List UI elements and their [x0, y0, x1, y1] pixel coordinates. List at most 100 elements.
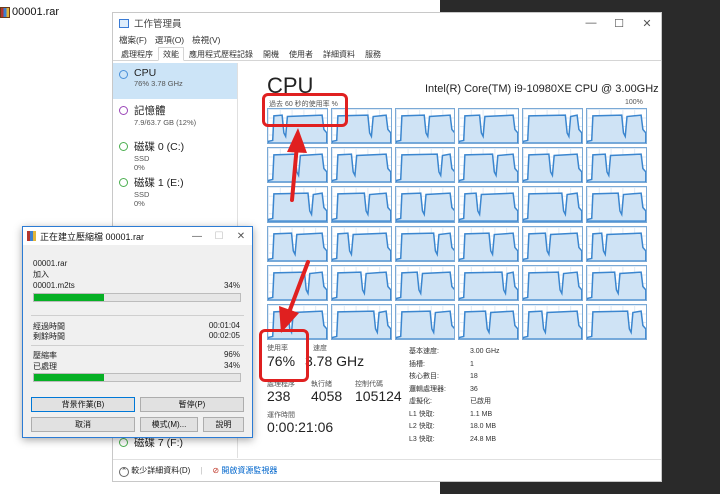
- sidebar-item-detail: 7.9/63.7 GB (12%): [134, 118, 197, 127]
- logical-processor-graph: [586, 303, 647, 340]
- spec-key: 邏輯處理器:: [409, 385, 446, 393]
- tab-app-history[interactable]: 應用程式歷程記錄: [184, 47, 258, 60]
- pause-button[interactable]: 暫停(P): [140, 397, 244, 412]
- sidebar-item-disk-0[interactable]: 磁碟 0 (C:) SSD 0%: [113, 135, 237, 172]
- divider: [31, 315, 244, 316]
- spec-row: L2 快取: 18.0 MB: [409, 422, 522, 433]
- spec-key: 插槽:: [409, 360, 425, 368]
- logical-processor-graph: [458, 303, 520, 340]
- resource-monitor-label: 開啟資源監視器: [221, 466, 278, 475]
- processed-value: 34%: [223, 361, 240, 370]
- sidebar-item-label: 記憶體: [134, 105, 166, 117]
- processes-value: 238: [267, 388, 291, 404]
- spec-value: 36: [469, 385, 478, 393]
- arrow-up-icon: [287, 128, 307, 202]
- logical-processor-graph: [522, 147, 584, 184]
- sidebar-item-label: CPU: [134, 67, 157, 79]
- tab-services[interactable]: 服務: [360, 47, 386, 60]
- help-button[interactable]: 說明: [203, 417, 244, 432]
- title-bar[interactable]: 工作管理員 — ☐ ✕: [113, 13, 661, 33]
- logical-processor-graph: [394, 264, 456, 301]
- sidebar-item-detail: SSD: [134, 154, 150, 163]
- logical-processor-graph: [330, 264, 392, 301]
- spec-key: L3 快取:: [409, 435, 435, 443]
- tab-users[interactable]: 使用者: [284, 47, 318, 60]
- chevron-up-icon: ⌃: [119, 466, 129, 477]
- speed-value: 3.78 GHz: [305, 353, 365, 369]
- minimize-button[interactable]: —: [186, 231, 208, 242]
- spec-row: L1 快取: 1.1 MB: [409, 410, 522, 421]
- maximize-button[interactable]: ☐: [605, 17, 633, 30]
- tab-performance[interactable]: 效能: [158, 47, 184, 61]
- logical-processor-graph: [458, 186, 520, 223]
- minimize-button[interactable]: —: [577, 17, 605, 30]
- logical-processor-graph: [330, 186, 392, 223]
- tab-details[interactable]: 詳細資料: [318, 47, 360, 60]
- logical-processor-graph: [394, 303, 456, 340]
- spec-key: 核心數目:: [409, 373, 439, 380]
- menu-view[interactable]: 檢視(V): [192, 34, 220, 46]
- total-progress-fill: [34, 374, 105, 381]
- tab-startup[interactable]: 開機: [258, 47, 284, 60]
- logical-processor-graph: [522, 303, 584, 340]
- maximize-button[interactable]: ☐: [208, 231, 230, 242]
- logical-processor-graph: [458, 147, 520, 184]
- logical-processor-graph: [458, 225, 520, 262]
- close-button[interactable]: ✕: [230, 231, 252, 242]
- logical-processor-graph: [458, 108, 520, 145]
- fewer-details-link[interactable]: ⌃ 較少詳細資料(D): [119, 465, 190, 477]
- sidebar-item-label: 磁碟 0 (C:): [134, 141, 185, 153]
- resource-monitor-link[interactable]: ⊘ 開啟資源監視器: [212, 465, 277, 476]
- disk-graph-icon: [119, 142, 128, 151]
- spec-key: L1 快取:: [409, 410, 435, 418]
- dialog-title-bar[interactable]: 正在建立壓縮檔 00001.rar — ☐ ✕: [23, 227, 252, 245]
- spec-row: 基本速度: 3.00 GHz: [409, 347, 522, 358]
- sidebar-item-detail: SSD: [134, 190, 150, 199]
- rar-file-icon-item[interactable]: 00001.rar: [0, 6, 59, 18]
- spec-value: 1.1 MB: [469, 410, 493, 418]
- logical-processor-graph: [522, 264, 584, 301]
- logical-processor-graph: [522, 225, 584, 262]
- menu-options[interactable]: 選項(O): [155, 34, 184, 46]
- remaining-value: 00:02:05: [208, 331, 240, 340]
- file-progress-fill: [34, 294, 105, 301]
- spec-row: 邏輯處理器: 36: [409, 385, 522, 396]
- close-button[interactable]: ✕: [633, 17, 661, 30]
- divider: [31, 345, 244, 346]
- logical-processor-graph: [458, 264, 520, 301]
- uptime-value: 0:00:21:06: [267, 419, 334, 435]
- resource-monitor-icon: ⊘: [212, 466, 220, 475]
- logical-processor-graph: [394, 186, 456, 223]
- cancel-button[interactable]: 取消: [31, 417, 135, 432]
- processed-label: 已處理: [33, 362, 57, 371]
- tab-processes[interactable]: 處理程序: [116, 47, 158, 60]
- logical-processor-graph: [586, 147, 647, 184]
- footer: ⌃ 較少詳細資料(D) | ⊘ 開啟資源監視器: [113, 459, 661, 481]
- menu-file[interactable]: 檔案(F): [119, 34, 147, 46]
- sidebar-item-memory[interactable]: 記憶體 7.9/63.7 GB (12%): [113, 99, 237, 135]
- logical-processor-graph: [522, 108, 584, 145]
- logical-processor-graph: [330, 225, 392, 262]
- cpu-spec-table: 基本速度: 3.00 GHz 插槽: 1 核心數目: 18 邏輯處理器: 36 虛擬化: 已啟用 L…: [407, 345, 524, 447]
- logical-processor-graph: [394, 147, 456, 184]
- spec-value: 24.8 MB: [469, 435, 497, 443]
- spec-row: L3 快取: 24.8 MB: [409, 435, 522, 446]
- logical-processor-graph: [330, 147, 392, 184]
- winrar-icon: [27, 231, 36, 241]
- file-percent: 34%: [223, 281, 240, 290]
- spec-value: 1: [469, 360, 474, 368]
- speed-label: 速度: [313, 345, 327, 352]
- sidebar-item-disk-1[interactable]: 磁碟 1 (E:) SSD 0%: [113, 171, 237, 208]
- dialog-title: 正在建立壓縮檔 00001.rar: [40, 231, 145, 242]
- arrow-down-icon: [279, 260, 310, 333]
- sidebar-item-cpu[interactable]: CPU 76% 3.78 GHz: [113, 63, 237, 99]
- spec-value: 已啟用: [469, 398, 491, 405]
- graph-max-label: 100%: [625, 99, 643, 106]
- logical-processor-graph: [394, 108, 456, 145]
- cpu-model: Intel(R) Core(TM) i9-10980XE CPU @ 3.00G…: [425, 83, 659, 95]
- file-name: 00001.rar: [12, 6, 60, 18]
- logical-processor-graph: [586, 186, 647, 223]
- window-title: 工作管理員: [134, 19, 182, 30]
- mode-button[interactable]: 模式(M)...: [140, 417, 198, 432]
- background-button[interactable]: 背景作業(B): [31, 397, 135, 412]
